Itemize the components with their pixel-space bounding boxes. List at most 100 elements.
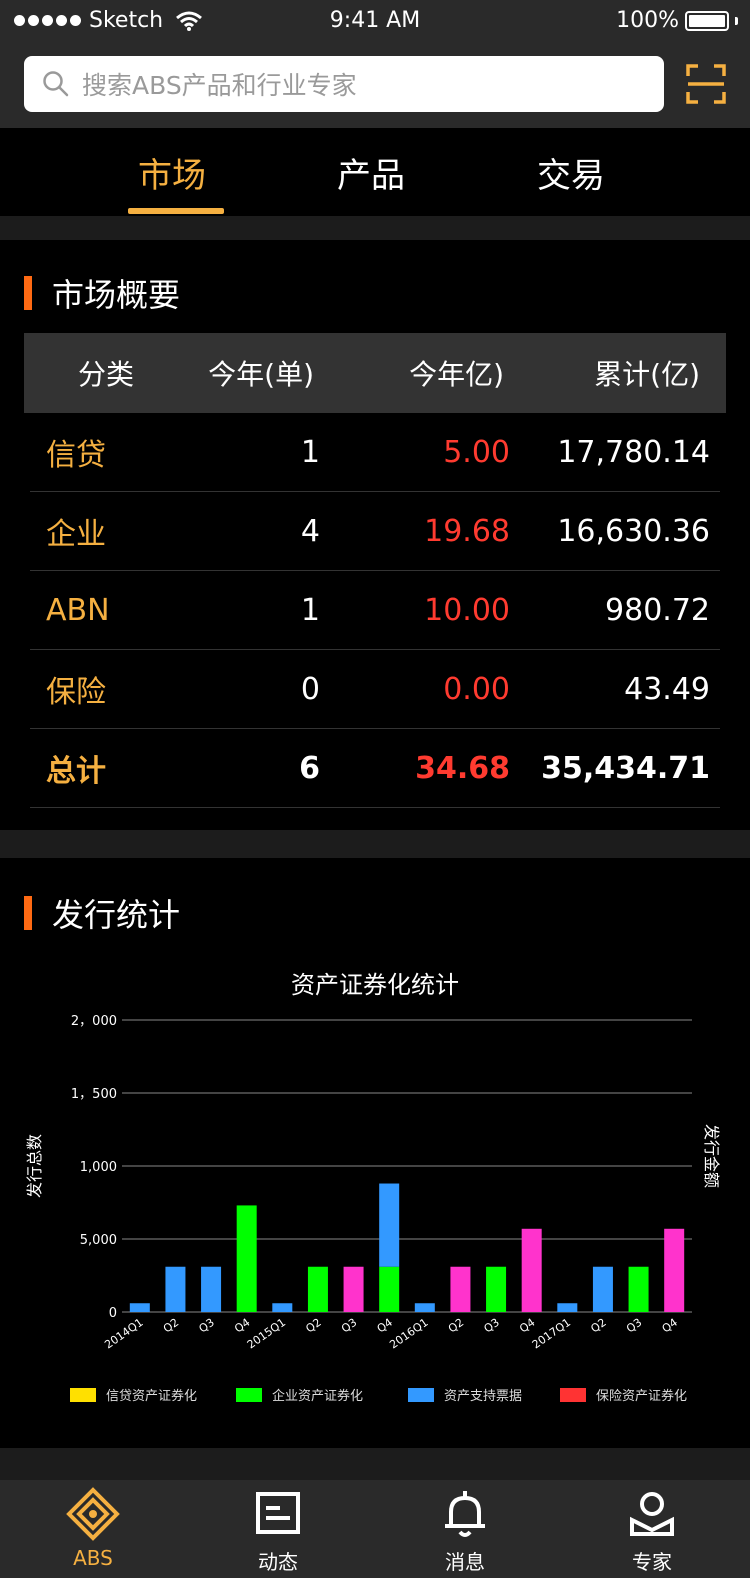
table-row[interactable]: 信贷 1 5.00 17,780.14 [30,413,720,492]
scan-icon[interactable] [686,64,726,104]
y-tick-label: 2，000 [71,1014,117,1029]
bar-4 [664,1228,685,1312]
y-tick-label: 0 [109,1306,117,1321]
x-tick-label: Q2 [446,1316,466,1336]
bar-2 [592,1266,613,1312]
x-tick-label: Q3 [339,1316,359,1336]
table-row-total[interactable]: 总计 6 34.68 35,434.71 [30,729,720,808]
bar-1 [307,1266,328,1312]
top-tabs: 市场 产品 交易 [0,128,750,216]
tab-product[interactable]: 产品 [337,148,405,197]
row-category: 总计 [46,754,106,789]
nav-label: 动态 [258,1550,298,1574]
row-total: 16,630.36 [557,513,710,549]
market-summary-heading: 市场概要 [24,270,180,316]
header-count: 今年(单) [208,358,314,391]
nav-label: 专家 [632,1550,672,1574]
tab-trade[interactable]: 交易 [537,148,605,197]
battery-icon [685,10,729,31]
x-tick-label: Q4 [232,1316,252,1336]
section-accent-bar [24,276,32,310]
x-tick-label: 2016Q1 [387,1316,430,1352]
row-count: 4 [300,513,320,549]
table-row[interactable]: ABN 1 10.00 980.72 [30,571,720,650]
bar-4 [450,1266,471,1312]
issuance-chart: 0 5,000 1,000 1，500 2，000 发行总数 发行金额 2014Q1 Q2 Q3 Q… [25,1014,721,1352]
row-count: 0 [300,671,320,707]
legend-item: 信贷资产证券化 [70,1385,197,1404]
table-row[interactable]: 企业 4 19.68 16,630.36 [30,492,720,571]
row-total: 35,434.71 [541,750,710,786]
x-tick-label: Q4 [517,1316,537,1336]
search-input[interactable]: 搜索ABS产品和行业专家 [24,56,664,112]
row-count: 1 [300,592,320,628]
battery-percent: 100% [616,8,679,33]
news-icon [256,1492,300,1534]
row-total: 43.49 [624,671,710,707]
legend-item: 企业资产证券化 [236,1385,363,1404]
chart-legend: 信贷资产证券化 企业资产证券化 资产支持票据 保险资产证券化 [0,1385,750,1409]
row-category: 信贷 [46,438,106,473]
issuance-heading: 发行统计 [24,890,180,936]
y2-axis-label: 发行金额 [702,1124,721,1188]
bar-4 [521,1228,542,1312]
bar-1 [379,1266,400,1312]
x-tick-label: 2017Q1 [530,1316,573,1352]
legend-label: 信贷资产证券化 [106,1389,198,1404]
section-divider [0,216,750,240]
bar-2 [129,1303,150,1312]
header-total: 累计(亿) [594,358,700,391]
legend-item: 资产支持票据 [408,1385,522,1404]
x-tick-label: Q3 [196,1316,216,1336]
x-tick-label: Q2 [303,1316,323,1336]
bar-2 [201,1266,222,1312]
y-tick-label: 1，500 [71,1087,117,1102]
row-total: 980.72 [605,592,710,628]
legend-swatch [560,1387,586,1402]
bar-1 [236,1205,257,1312]
active-tab-indicator [128,208,224,214]
bar-4 [343,1266,364,1312]
section-divider [0,1448,750,1480]
bar-1 [628,1266,649,1312]
bar-2 [272,1303,293,1312]
row-amount: 5.00 [443,434,510,470]
legend-swatch [70,1387,96,1402]
x-tick-label: Q4 [375,1316,395,1336]
row-count: 1 [300,434,320,470]
row-category: 企业 [46,517,106,552]
table-row[interactable]: 保险 0 0.00 43.49 [30,650,720,729]
section-accent-bar [24,896,32,930]
nav-expert[interactable]: 专家 [592,1486,712,1575]
tab-market[interactable]: 市场 [138,148,206,197]
nav-messages[interactable]: 消息 [405,1486,525,1575]
x-tick-label: 2015Q1 [245,1316,288,1352]
legend-label: 资产支持票据 [444,1389,523,1404]
search-placeholder: 搜索ABS产品和行业专家 [82,71,357,100]
battery-tip [735,16,738,25]
bar-2 [379,1183,400,1267]
status-bar: Sketch 9:41 AM 100% [0,0,750,42]
bottom-nav: ABS 动态 消息 专家 [0,1480,750,1578]
x-tick-label: Q3 [624,1316,644,1336]
search-icon [43,71,69,97]
row-amount: 19.68 [424,513,510,549]
bar-2 [414,1303,435,1312]
header-amount: 今年亿) [409,358,504,391]
row-amount: 0.00 [443,671,510,707]
market-summary-title: 市场概要 [52,276,181,314]
nav-news[interactable]: 动态 [218,1486,338,1575]
y-axis-label: 发行总数 [25,1134,44,1198]
x-tick-label: Q4 [660,1316,680,1336]
x-tick-label: Q2 [161,1316,181,1336]
nav-abs[interactable]: ABS [33,1486,153,1570]
battery-status: 100% [616,8,738,33]
row-count: 6 [299,750,320,786]
row-total: 17,780.14 [557,434,710,470]
abs-icon [66,1487,120,1541]
expert-icon [630,1492,674,1536]
issuance-title: 发行统计 [52,896,181,934]
row-amount: 34.68 [415,750,510,786]
table-header: 分类 今年(单) 今年亿) 累计(亿) [24,333,726,413]
section-divider [0,830,750,858]
